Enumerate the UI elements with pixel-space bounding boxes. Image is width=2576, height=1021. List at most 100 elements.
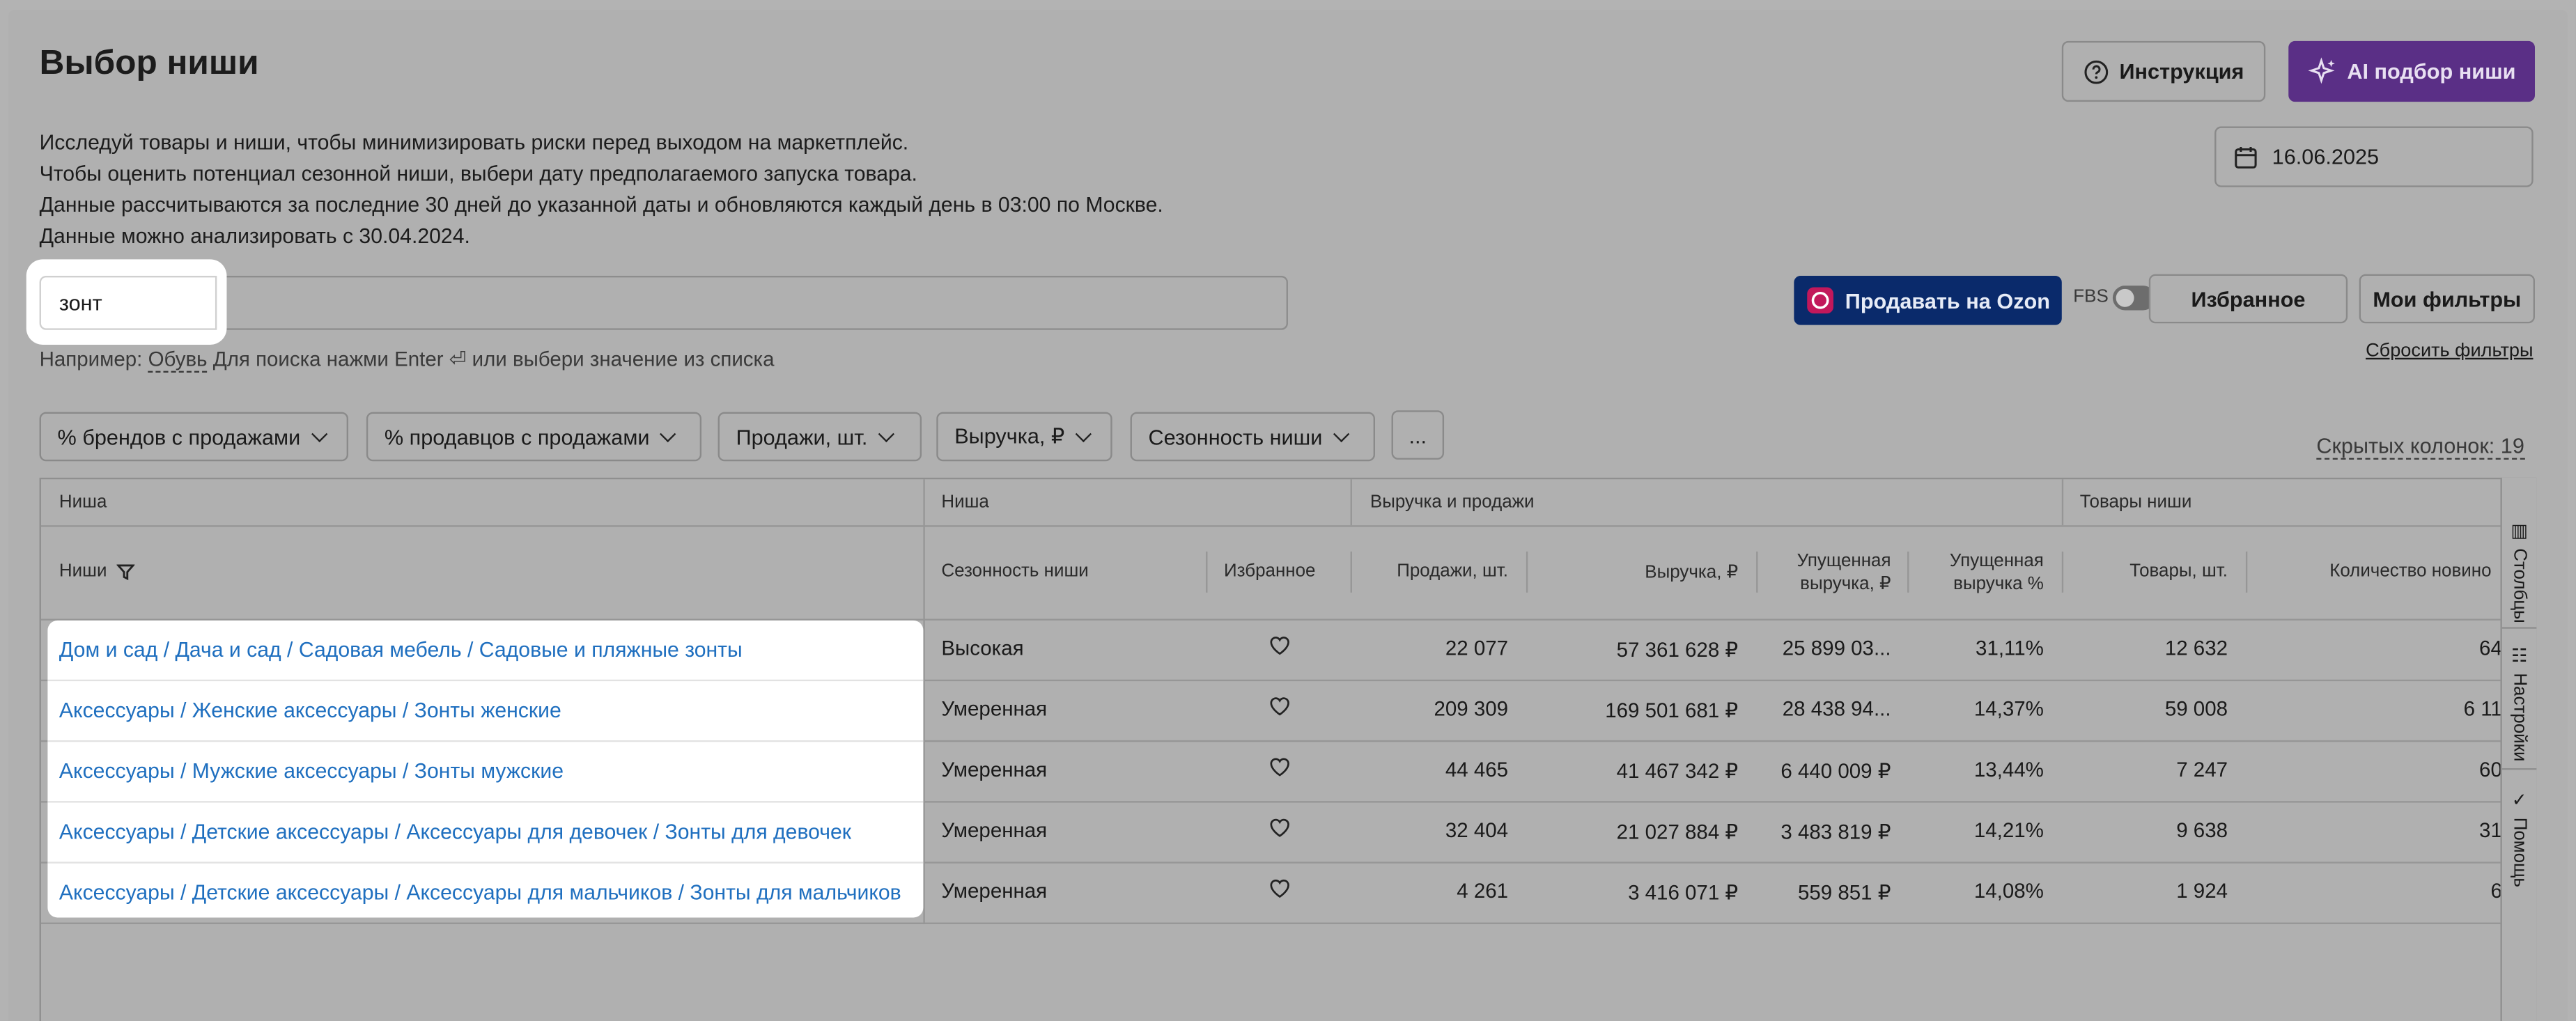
revenue-cell: 169 501 681 ₽	[1605, 699, 1739, 723]
season-cell: Умеренная	[941, 758, 1048, 781]
chip-label: Сезонность ниши	[1148, 424, 1323, 449]
date-picker[interactable]: 16.06.2025	[2214, 126, 2534, 187]
column-header-goods[interactable]: Товары, шт.	[2067, 561, 2228, 581]
column-label-line: выручка, ₽	[1800, 574, 1891, 595]
column-label-line: выручка %	[1953, 574, 2044, 595]
column-divider	[1526, 551, 1528, 593]
season-cell: Умеренная	[941, 697, 1048, 721]
goods-cell: 12 632	[2164, 637, 2228, 660]
ai-niche-button[interactable]: AI подбор ниши	[2288, 40, 2536, 102]
chevron-down-icon	[878, 426, 895, 443]
sales-cell: 209 309	[1434, 697, 1509, 721]
reset-filters-link[interactable]: Сбросить фильтры	[2366, 341, 2533, 361]
column-header-favorite[interactable]: Избранное	[1224, 561, 1315, 581]
sell-on-ozon-button[interactable]: Продавать на Ozon	[1794, 275, 2062, 325]
lost-revenue-cell: 28 438 94...	[1782, 697, 1891, 721]
sales-cell: 32 404	[1445, 819, 1509, 843]
calendar-icon	[2235, 146, 2257, 168]
revenue-cell: 21 027 884 ₽	[1616, 820, 1739, 844]
description-line: Исследуй товары и ниши, чтобы минимизиро…	[39, 130, 909, 155]
new-items-cell: 6 11	[2463, 697, 2502, 721]
ozon-logo-icon	[1807, 287, 1834, 314]
side-tab-settings[interactable]: ☷ Настройки	[2501, 639, 2537, 770]
favorites-button[interactable]: Избранное	[2148, 274, 2348, 324]
filter-icon[interactable]	[116, 562, 135, 580]
group-header-goods: Товары ниши	[2079, 492, 2192, 513]
revenue-cell: 57 361 628 ₽	[1616, 638, 1739, 662]
niche-highlight-panel: Дом и сад / Дача и сад / Садовая мебель …	[47, 620, 924, 918]
chip-label: % брендов с продажами	[57, 424, 301, 449]
lost-percent-cell: 14,37%	[1973, 697, 2044, 721]
heart-icon[interactable]	[1268, 694, 1291, 717]
goods-cell: 1 924	[2176, 880, 2228, 903]
column-header-lost-percent[interactable]: Упущенная выручка %	[1912, 550, 2044, 596]
check-icon: ✓	[2508, 789, 2529, 811]
heart-icon[interactable]	[1268, 816, 1291, 839]
chip-label: Продажи, шт.	[736, 424, 868, 449]
season-cell: Умеренная	[941, 880, 1048, 903]
lost-percent-cell: 14,21%	[1973, 819, 2044, 843]
chip-label: Выручка, ₽	[954, 423, 1065, 449]
search-hint: Например: Обувь Для поиска нажми Enter ⏎…	[40, 346, 775, 373]
column-label: Ниши	[59, 561, 107, 582]
new-items-cell: 64	[2479, 637, 2502, 660]
ai-label: AI подбор ниши	[2347, 59, 2516, 84]
revenue-cell: 3 416 071 ₽	[1628, 881, 1739, 905]
new-items-cell: 60	[2479, 758, 2502, 781]
filter-chip-seasonality[interactable]: Сезонность ниши	[1130, 412, 1375, 462]
date-value: 16.06.2025	[2272, 144, 2380, 169]
hidden-columns-link[interactable]: Скрытых колонок: 19	[2316, 433, 2524, 460]
niche-link[interactable]: Аксессуары / Женские аксессуары / Зонты …	[47, 681, 924, 742]
season-cell: Умеренная	[941, 819, 1048, 843]
goods-cell: 59 008	[2164, 697, 2228, 721]
filter-chip-revenue[interactable]: Выручка, ₽	[936, 412, 1112, 462]
chevron-down-icon	[311, 426, 328, 443]
side-tab-columns[interactable]: ▥ Столбцы	[2501, 514, 2537, 629]
settings-icon: ☷	[2508, 645, 2529, 667]
question-circle-icon	[2084, 59, 2109, 84]
column-header-sales[interactable]: Продажи, шт.	[1356, 561, 1508, 581]
goods-cell: 7 247	[2176, 758, 2228, 781]
lost-revenue-cell: 3 483 819 ₽	[1780, 820, 1891, 844]
search-input[interactable]: зонт	[39, 275, 217, 330]
filter-chip-sellers[interactable]: % продавцов с продажами	[366, 412, 702, 462]
column-header-niche[interactable]: Ниши	[59, 561, 135, 581]
lost-percent-cell: 31,11%	[1976, 637, 2044, 660]
column-divider	[2245, 551, 2248, 593]
niche-link[interactable]: Аксессуары / Мужские аксессуары / Зонты …	[47, 742, 924, 803]
new-items-cell: 6	[2490, 880, 2502, 903]
revenue-cell: 41 467 342 ₽	[1616, 760, 1739, 784]
goods-cell: 9 638	[2176, 819, 2228, 843]
heart-icon[interactable]	[1268, 877, 1291, 900]
heart-icon[interactable]	[1268, 755, 1291, 778]
my-filters-button[interactable]: Мои фильтры	[2359, 274, 2536, 324]
season-cell: Высокая	[941, 637, 1024, 660]
niche-link[interactable]: Дом и сад / Дача и сад / Садовая мебель …	[47, 621, 924, 682]
hint-example-link[interactable]: Обувь	[148, 348, 208, 373]
filter-chip-sales[interactable]: Продажи, шт.	[717, 412, 922, 462]
fbs-label: FBS	[2073, 287, 2109, 307]
group-header-niche-2: Ниша	[941, 492, 989, 513]
filter-chip-brands[interactable]: % брендов с продажами	[39, 412, 348, 462]
my-filters-label: Мои фильтры	[2373, 286, 2522, 311]
description-line: Данные рассчитываются за последние 30 дн…	[39, 192, 1163, 217]
page-title: Выбор ниши	[39, 44, 259, 82]
heart-icon[interactable]	[1268, 634, 1291, 657]
side-tab-bar: ▥ Столбцы ☷ Настройки ✓ Помощь	[2500, 477, 2537, 1021]
hint-suffix: Для поиска нажми Enter ⏎ или выбери знач…	[212, 348, 775, 371]
niche-link[interactable]: Аксессуары / Детские аксессуары / Аксесс…	[47, 803, 924, 864]
niche-link[interactable]: Аксессуары / Детские аксессуары / Аксесс…	[47, 864, 923, 924]
more-filters-button[interactable]: ...	[1391, 410, 1445, 460]
column-divider	[1206, 551, 1208, 593]
column-header-revenue[interactable]: Выручка, ₽	[1531, 561, 1738, 582]
column-header-lost-revenue[interactable]: Упущенная выручка, ₽	[1761, 550, 1891, 596]
group-header-revenue-sales: Выручка и продажи	[1370, 492, 1535, 513]
lost-percent-cell: 13,44%	[1973, 758, 2044, 781]
column-header-new-items[interactable]: Количество новино	[2329, 561, 2491, 581]
column-divider	[923, 479, 925, 924]
column-header-season[interactable]: Сезонность ниши	[941, 561, 1088, 581]
side-tab-label: Настройки	[2509, 673, 2529, 762]
side-tab-help[interactable]: ✓ Помощь	[2502, 783, 2537, 898]
instruction-button[interactable]: Инструкция	[2061, 40, 2266, 102]
sales-cell: 4 261	[1457, 880, 1509, 903]
